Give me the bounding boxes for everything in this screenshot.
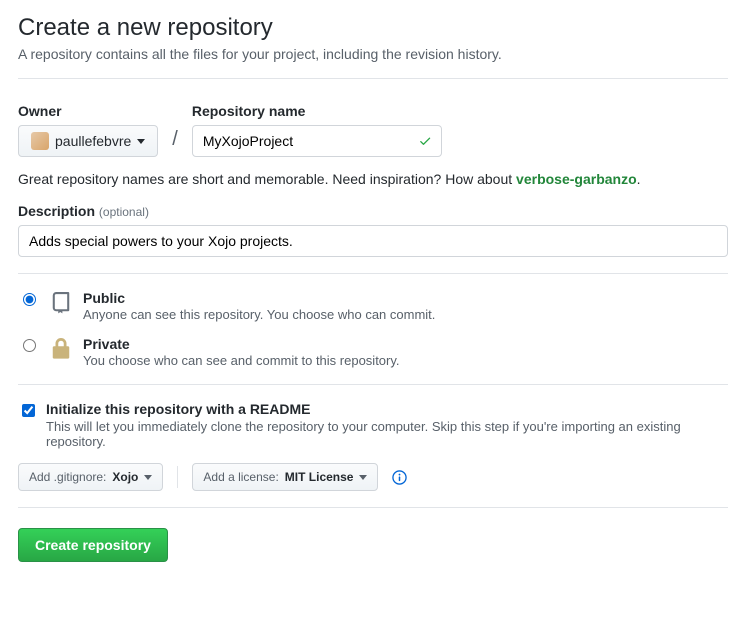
initialize-readme-title: Initialize this repository with a README — [46, 401, 310, 417]
owner-selected-value: paullefebvre — [55, 133, 131, 149]
info-icon[interactable] — [392, 470, 407, 485]
initialize-readme-checkbox[interactable] — [22, 404, 35, 417]
avatar — [31, 132, 49, 150]
create-repository-button[interactable]: Create repository — [18, 528, 168, 562]
repo-name-label: Repository name — [192, 103, 442, 119]
visibility-public-option[interactable]: Public Anyone can see this repository. Y… — [18, 290, 728, 322]
suggestion-link[interactable]: verbose-garbanzo — [516, 171, 637, 187]
visibility-private-option[interactable]: Private You choose who can see and commi… — [18, 336, 728, 368]
chevron-down-icon — [359, 475, 367, 480]
repo-icon — [49, 290, 73, 316]
gitignore-select[interactable]: Add .gitignore: Xojo — [18, 463, 163, 491]
chevron-down-icon — [144, 475, 152, 480]
visibility-private-title: Private — [83, 336, 130, 352]
description-label: Description (optional) — [18, 203, 149, 219]
lock-icon — [49, 336, 73, 362]
visibility-public-radio[interactable] — [23, 293, 36, 306]
visibility-private-desc: You choose who can see and commit to thi… — [83, 353, 400, 368]
check-icon — [418, 134, 432, 148]
divider — [18, 384, 728, 385]
description-input[interactable] — [18, 225, 728, 257]
divider — [18, 273, 728, 274]
visibility-public-title: Public — [83, 290, 125, 306]
license-select[interactable]: Add a license: MIT License — [192, 463, 378, 491]
initialize-readme-desc: This will let you immediately clone the … — [46, 419, 728, 449]
page-title: Create a new repository — [18, 14, 728, 42]
divider — [18, 507, 728, 508]
divider — [177, 466, 178, 488]
owner-label: Owner — [18, 103, 158, 119]
chevron-down-icon — [137, 139, 145, 144]
repo-name-input[interactable] — [192, 125, 442, 157]
owner-select[interactable]: paullefebvre — [18, 125, 158, 157]
slash-separator: / — [168, 128, 182, 157]
visibility-private-radio[interactable] — [23, 339, 36, 352]
page-subtitle: A repository contains all the files for … — [18, 46, 728, 62]
visibility-public-desc: Anyone can see this repository. You choo… — [83, 307, 435, 322]
divider — [18, 78, 728, 79]
initialize-readme-row: Initialize this repository with a README… — [18, 401, 728, 449]
name-hint: Great repository names are short and mem… — [18, 171, 728, 187]
